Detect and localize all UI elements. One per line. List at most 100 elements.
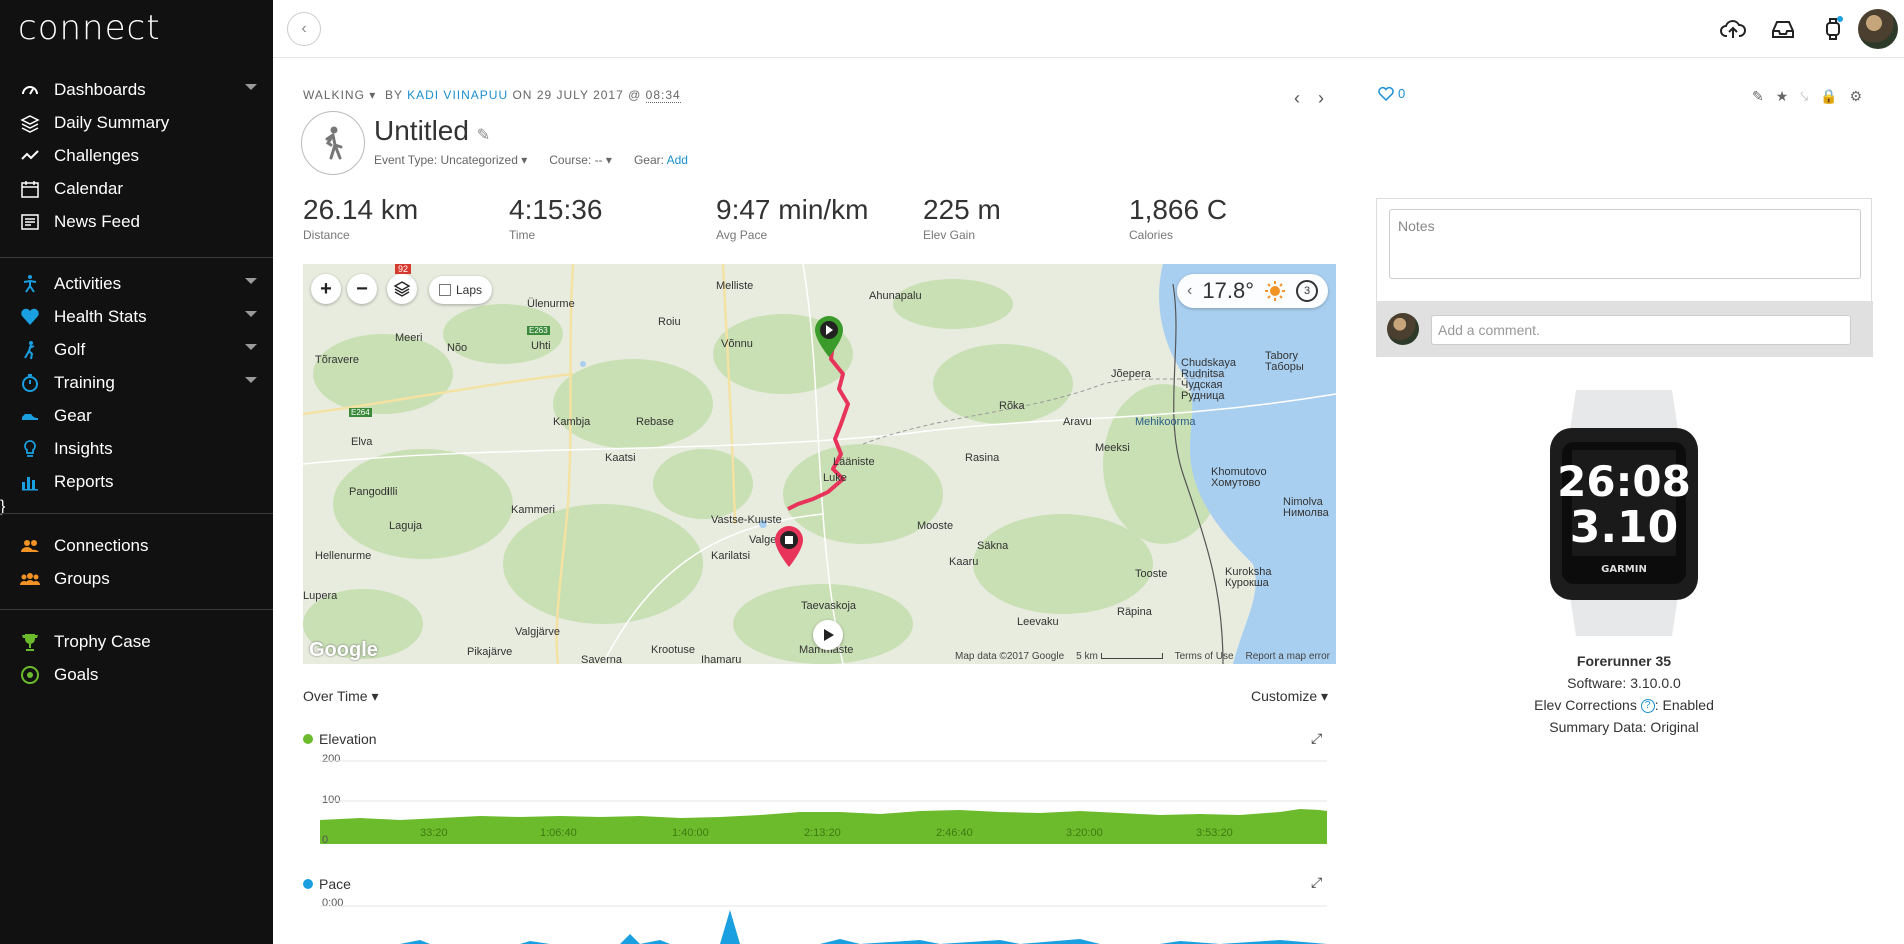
x-tick: 1:40:00 [672, 827, 709, 839]
connect-logo[interactable]: connect [18, 8, 161, 48]
stat-elev-gain: 225 m Elev Gain [923, 194, 1001, 242]
elevation-legend-dot [303, 734, 313, 744]
layers-icon [393, 281, 411, 297]
notes-field[interactable]: Notes [1389, 209, 1861, 279]
top-bar-icons [1708, 9, 1904, 49]
sidebar-item-connections[interactable]: Connections [0, 529, 273, 562]
play-icon [824, 629, 834, 641]
lock-icon[interactable]: 🔒 [1820, 88, 1837, 105]
device-button[interactable] [1808, 9, 1858, 49]
chevron-left-icon[interactable]: ‹ [1187, 282, 1192, 300]
sidebar-item-goals[interactable]: Goals [0, 658, 273, 691]
elev-corrections: Elev Corrections ?: Enabled [1376, 694, 1872, 716]
expand-icon[interactable]: ⤢ [1311, 874, 1322, 891]
end-marker-icon[interactable] [772, 524, 806, 568]
customize-dropdown[interactable]: Customize ▾ [1251, 688, 1328, 705]
sidebar-item-news-feed[interactable]: News Feed [0, 205, 273, 238]
challenges-icon [18, 144, 42, 168]
sidebar-item-insights[interactable]: Insights [0, 432, 273, 465]
elevation-chart-title: Elevation [303, 731, 377, 747]
activity-sub-meta: Event Type: Uncategorized ▾ Course: -- ▾… [374, 153, 688, 167]
pace-chart[interactable] [320, 904, 1327, 944]
x-tick: 2:46:40 [936, 827, 973, 839]
sidebar-item-calendar[interactable]: Calendar [0, 172, 273, 205]
activity-nav: ‹ › [1294, 88, 1324, 109]
sidebar-item-training[interactable]: Training [0, 366, 273, 399]
stat-label: Calories [1129, 228, 1174, 242]
route-map[interactable]: + − Laps ‹ 17.8° 3 92 Melliste Ahunapalu… [303, 264, 1336, 664]
stat-label: Time [509, 228, 536, 242]
previous-activity-icon[interactable]: ‹ [1294, 88, 1300, 109]
map-label: Laguja [389, 520, 423, 532]
sidebar-item-daily-summary[interactable]: Daily Summary [0, 106, 273, 139]
add-gear-link[interactable]: Add [667, 153, 688, 167]
inbox-button[interactable] [1758, 9, 1808, 49]
course-dropdown[interactable]: Course: -- ▾ [549, 153, 612, 167]
activity-title[interactable]: Untitled ✎ [374, 115, 490, 147]
map-label: Kammeri [511, 504, 556, 516]
sidebar-item-golf[interactable]: Golf [0, 333, 273, 366]
stat-calories: 1,866 C Calories [1129, 194, 1227, 242]
back-button[interactable]: ‹ [287, 12, 321, 46]
sun-icon [1265, 281, 1285, 301]
top-bar: ‹ [273, 0, 1904, 58]
sidebar-item-dashboards[interactable]: Dashboards [0, 73, 273, 106]
forerunner-watch-image: 26:08 3.10 GARMIN [1550, 390, 1698, 636]
chart-view-dropdown[interactable]: Over Time ▾ [303, 688, 379, 705]
zoom-in-button[interactable]: + [311, 274, 341, 304]
activity-type-dropdown[interactable]: WALKING [303, 88, 365, 102]
map-label: Kaatsi [605, 452, 636, 464]
map-layers-button[interactable] [387, 274, 417, 304]
stopwatch-icon: 3 [1296, 280, 1318, 302]
play-route-button[interactable] [813, 620, 843, 650]
edit-icon[interactable]: ✎ [1752, 88, 1764, 105]
stat-label: Distance [303, 228, 350, 242]
share-icon[interactable]: ⤥ [1800, 88, 1808, 105]
activity-time[interactable]: 08:34 [645, 88, 681, 103]
comment-input[interactable]: Add a comment. [1431, 315, 1851, 345]
start-marker-icon[interactable] [812, 314, 846, 358]
heart-icon [18, 305, 42, 329]
weather-badge: 3 [1303, 285, 1311, 297]
sidebar-item-gear[interactable]: Gear [0, 399, 273, 432]
elevation-label: Elevation [319, 731, 377, 747]
at-label: @ [628, 88, 642, 102]
author-link[interactable]: KADI VIINAPUU [407, 88, 508, 102]
gear-icon[interactable]: ⚙ [1850, 88, 1863, 105]
like-button[interactable]: 0 [1378, 86, 1405, 101]
device-info: Forerunner 35 Software: 3.10.0.0 Elev Co… [1376, 650, 1872, 738]
sidebar-item-challenges[interactable]: Challenges [0, 139, 273, 172]
laps-toggle[interactable]: Laps [429, 276, 493, 304]
next-activity-icon[interactable]: › [1318, 88, 1324, 109]
sidebar-item-activities[interactable]: Activities [0, 267, 273, 300]
temperature: 17.8° [1202, 278, 1254, 303]
avatar[interactable] [1858, 9, 1898, 49]
stat-value: 4:15:36 [509, 194, 603, 225]
map-label: Lääniste [833, 456, 875, 468]
shoe-icon [18, 404, 42, 428]
report-map-error-link[interactable]: Report a map error [1246, 651, 1330, 662]
stat-label: Avg Pace [716, 228, 768, 242]
star-icon[interactable]: ★ [1776, 88, 1789, 105]
upload-button[interactable] [1708, 9, 1758, 49]
nav-group-activity: Activities Health Stats Golf Training Ge… [0, 267, 273, 516]
chevron-down-icon [245, 311, 257, 317]
help-icon[interactable]: ? [1640, 699, 1655, 714]
chevron-down-icon [245, 278, 257, 284]
expand-icon[interactable]: ⤢ [1311, 730, 1322, 747]
scale-label: 5 km [1076, 651, 1098, 662]
sidebar-item-groups[interactable]: Groups [0, 562, 273, 595]
activity-tools: ✎ ★ ⤥ 🔒 ⚙ [1752, 88, 1862, 105]
laps-checkbox[interactable] [439, 284, 451, 296]
terms-link[interactable]: Terms of Use [1175, 651, 1234, 662]
sidebar-item-reports[interactable]: Reports [0, 465, 273, 498]
pencil-icon[interactable]: ✎ [477, 127, 490, 144]
event-type-dropdown[interactable]: Event Type: Uncategorized ▾ [374, 153, 527, 167]
map-label: Jõepera [1111, 368, 1151, 380]
sidebar-item-health-stats[interactable]: Health Stats [0, 300, 273, 333]
map-footer: Map data ©2017 Google 5 km Terms of Use … [955, 651, 1330, 662]
heart-outline-icon [1378, 86, 1394, 101]
sidebar-item-trophy-case[interactable]: Trophy Case [0, 625, 273, 658]
zoom-out-button[interactable]: − [347, 274, 377, 304]
weather-widget[interactable]: ‹ 17.8° 3 [1177, 274, 1328, 308]
